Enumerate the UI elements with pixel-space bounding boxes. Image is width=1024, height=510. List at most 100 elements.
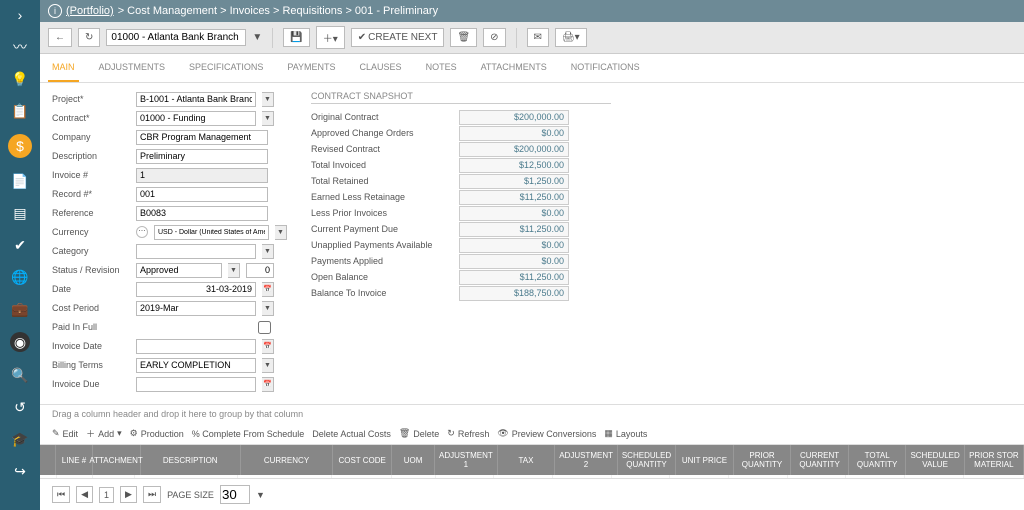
- project-dd[interactable]: ▼: [262, 92, 274, 107]
- col-line[interactable]: LINE #: [56, 445, 92, 475]
- col-tq[interactable]: TOTAL QUANTITY: [849, 445, 907, 475]
- contract-dd[interactable]: ▼: [262, 111, 274, 126]
- grid-refresh-button[interactable]: ↻ Refresh: [447, 428, 489, 439]
- info-icon[interactable]: i: [48, 4, 62, 18]
- col-attach[interactable]: ATTACHMENT: [93, 445, 141, 475]
- description-field[interactable]: [136, 149, 268, 164]
- grid-pct-button[interactable]: % Complete From Schedule: [192, 429, 305, 439]
- col-pq[interactable]: PRIOR QUANTITY: [734, 445, 792, 475]
- company-field[interactable]: [136, 130, 268, 145]
- col-up[interactable]: UNIT PRICE: [676, 445, 734, 475]
- grid-toolbar: ✎ Edit ＋ Add ▾ ⚙ Production % Complete F…: [40, 423, 1024, 445]
- page-size-dd[interactable]: ▼: [256, 490, 265, 500]
- tab-notifications[interactable]: NOTIFICATIONS: [567, 54, 644, 82]
- search-icon[interactable]: 🔍: [11, 366, 29, 384]
- grid-production-button[interactable]: ⚙ Production: [130, 428, 184, 439]
- reference-field[interactable]: [136, 206, 268, 221]
- expand-icon[interactable]: ›: [11, 6, 29, 24]
- create-next-button[interactable]: ✔ CREATE NEXT: [351, 28, 445, 47]
- project-field[interactable]: [136, 92, 256, 107]
- record-selector[interactable]: [106, 29, 246, 46]
- pager-last[interactable]: ⏭: [143, 486, 161, 503]
- globe-icon[interactable]: 🌐: [11, 268, 29, 286]
- pager-prev[interactable]: ◀: [76, 486, 93, 503]
- record-selector-dd[interactable]: ▼: [252, 32, 262, 43]
- date-field[interactable]: [136, 282, 256, 297]
- tab-adjustments[interactable]: ADJUSTMENTS: [95, 54, 170, 82]
- cancel-button[interactable]: ⊘: [483, 28, 505, 47]
- col-adj1[interactable]: ADJUSTMENT 1: [435, 445, 498, 475]
- briefcase-icon[interactable]: 💼: [11, 300, 29, 318]
- save-button[interactable]: 💾: [283, 28, 309, 47]
- record-no-field[interactable]: [136, 187, 268, 202]
- pager-page[interactable]: 1: [99, 487, 114, 503]
- grid-group-hint[interactable]: Drag a column header and drop it here to…: [40, 405, 1024, 423]
- check-icon[interactable]: ✔: [11, 236, 29, 254]
- cost-period-field[interactable]: [136, 301, 256, 316]
- col-uom[interactable]: UOM: [392, 445, 435, 475]
- cost-icon[interactable]: $: [8, 134, 32, 158]
- cost-period-dd[interactable]: ▼: [262, 301, 274, 316]
- date-cal-icon[interactable]: 📅: [262, 282, 274, 297]
- breadcrumb-portfolio[interactable]: (Portfolio): [66, 5, 114, 17]
- status-dd[interactable]: ▼: [228, 263, 240, 278]
- tab-attachments[interactable]: ATTACHMENTS: [477, 54, 551, 82]
- col-cq[interactable]: CURRENT QUANTITY: [791, 445, 849, 475]
- invoice-due-cal-icon[interactable]: 📅: [262, 377, 274, 392]
- invoice-due-field[interactable]: [136, 377, 256, 392]
- currency-more-icon[interactable]: ⋯: [136, 226, 148, 238]
- col-tax[interactable]: TAX: [498, 445, 556, 475]
- billing-terms-dd[interactable]: ▼: [262, 358, 274, 373]
- status-field[interactable]: [136, 263, 222, 278]
- delete-button[interactable]: 🗑: [450, 28, 477, 47]
- email-button[interactable]: ✉: [527, 28, 549, 47]
- reference-label: Reference: [52, 208, 130, 218]
- col-sq[interactable]: SCHEDULED QUANTITY: [618, 445, 676, 475]
- grad-icon[interactable]: 🎓: [11, 430, 29, 448]
- add-button[interactable]: ＋▾: [316, 26, 345, 49]
- clipboard-icon[interactable]: 📋: [11, 102, 29, 120]
- access-icon[interactable]: ◉: [10, 332, 30, 352]
- col-adj2[interactable]: ADJUSTMENT 2: [555, 445, 618, 475]
- grid-delete-actual-button[interactable]: Delete Actual Costs: [312, 429, 391, 439]
- col-desc[interactable]: DESCRIPTION: [141, 445, 241, 475]
- history-icon[interactable]: ↺: [11, 398, 29, 416]
- print-button[interactable]: 🖨▾: [555, 28, 587, 47]
- pager-first[interactable]: ⏮: [52, 486, 70, 503]
- sheet-icon[interactable]: ▤: [11, 204, 29, 222]
- revision-field[interactable]: [246, 263, 274, 278]
- col-code[interactable]: COST CODE: [333, 445, 392, 475]
- logout-icon[interactable]: ↪: [11, 462, 29, 480]
- pager-next[interactable]: ▶: [120, 486, 137, 503]
- billing-terms-field[interactable]: [136, 358, 256, 373]
- col-currency[interactable]: CURRENCY: [241, 445, 333, 475]
- docs-icon[interactable]: 📄: [11, 172, 29, 190]
- refresh-button[interactable]: ↻: [78, 28, 100, 47]
- snap-value: $0.00: [459, 254, 569, 269]
- tabstrip: MAIN ADJUSTMENTS SPECIFICATIONS PAYMENTS…: [40, 54, 1024, 83]
- tab-clauses[interactable]: CLAUSES: [356, 54, 406, 82]
- grid-delete-button[interactable]: 🗑 Delete: [399, 428, 439, 439]
- tab-specifications[interactable]: SPECIFICATIONS: [185, 54, 267, 82]
- back-button[interactable]: ←: [48, 28, 72, 47]
- col-sv[interactable]: SCHEDULED VALUE: [906, 445, 964, 475]
- category-field[interactable]: [136, 244, 256, 259]
- page-size-input[interactable]: [220, 485, 250, 504]
- tab-notes[interactable]: NOTES: [422, 54, 461, 82]
- grid-edit-button[interactable]: ✎ Edit: [52, 428, 78, 439]
- grid-add-button[interactable]: ＋ Add ▾: [86, 427, 122, 440]
- invoice-date-field[interactable]: [136, 339, 256, 354]
- tab-payments[interactable]: PAYMENTS: [283, 54, 339, 82]
- tab-main[interactable]: MAIN: [48, 54, 79, 82]
- grid-preview-button[interactable]: 👁 Preview Conversions: [497, 428, 596, 439]
- grid-layouts-button[interactable]: ▦ Layouts: [604, 428, 647, 439]
- bulb-icon[interactable]: 💡: [11, 70, 29, 88]
- currency-dd[interactable]: ▼: [275, 225, 287, 240]
- currency-field[interactable]: [154, 225, 269, 240]
- contract-field[interactable]: [136, 111, 256, 126]
- category-dd[interactable]: ▼: [262, 244, 274, 259]
- snap-label: Open Balance: [311, 272, 451, 282]
- paid-full-checkbox[interactable]: [258, 320, 271, 335]
- col-prior-stor[interactable]: PRIOR STOR MATERIAL: [965, 445, 1024, 475]
- invoice-date-cal-icon[interactable]: 📅: [262, 339, 274, 354]
